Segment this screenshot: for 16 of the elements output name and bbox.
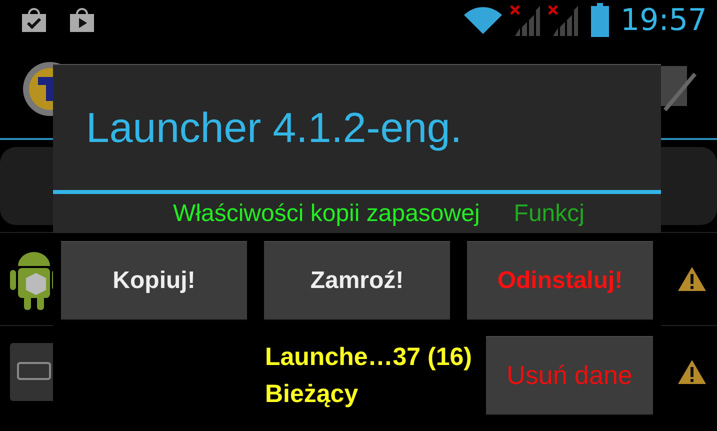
info-text: Bieżący <box>264 380 360 408</box>
no-signal-icon <box>508 4 541 36</box>
clock: 19:57 <box>620 2 707 38</box>
info-text: Launche…37 (16) <box>264 342 472 372</box>
warning-icon <box>677 358 707 386</box>
tab[interactable]: Funkcj <box>514 200 584 228</box>
action-button[interactable]: Kopiuj! <box>61 241 247 320</box>
shopping-bag-play-icon <box>68 6 96 34</box>
shopping-bag-check-icon <box>20 6 48 34</box>
warning-icon <box>677 265 707 293</box>
wifi-icon <box>462 5 503 35</box>
tab[interactable]: Właściwości kopii zapasowej <box>173 200 480 228</box>
no-signal-icon <box>546 4 579 36</box>
battery-icon <box>590 3 609 37</box>
action-button[interactable]: Zamroź! <box>264 241 450 320</box>
dialog-title: Launcher 4.1.2-eng. <box>86 104 462 152</box>
